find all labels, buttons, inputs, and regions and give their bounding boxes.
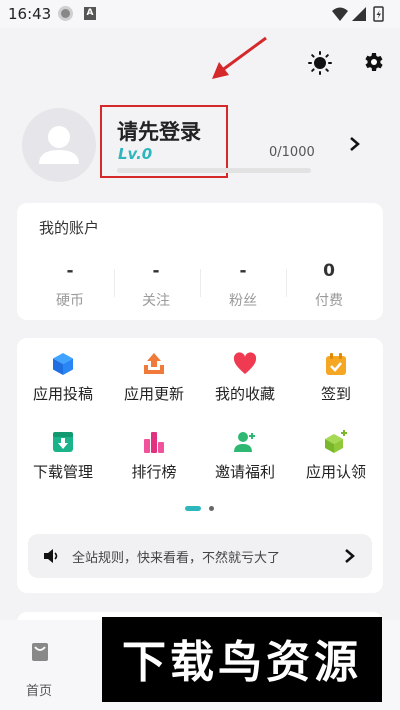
system-status-icons [332,6,384,22]
heart-icon [233,352,257,374]
add-user-icon [234,432,255,452]
feature-label: 排行榜 [131,463,177,481]
notice-text: 全站规则，快来看看，不然就亏大了 [72,551,281,566]
page-dot [209,506,214,511]
feature-label: 我的收藏 [214,385,275,403]
stat-value: - [66,261,74,281]
home-bag-icon [32,643,48,661]
annotation-arrow [212,36,267,79]
feature-label: 下载管理 [32,463,93,481]
rules-notice[interactable]: 全站规则，快来看看，不然就亏大了 [28,534,372,578]
profile-chevron-right-icon[interactable] [348,136,362,152]
bar-chart-icon [144,432,164,453]
watermark: 下载鸟资源 [102,617,382,702]
settings-gear-icon[interactable] [361,50,385,74]
feature-app-update[interactable]: 应用更新 [109,352,199,404]
theme-sun-icon[interactable] [308,51,332,75]
stat-value: 0 [323,261,335,281]
stat-label: 付费 [315,293,343,309]
feature-favorites[interactable]: 我的收藏 [200,352,290,404]
feature-label: 应用认领 [305,463,366,481]
feature-label: 应用更新 [123,385,184,403]
feature-label: 邀请福利 [214,463,275,481]
default-user-icon [39,126,79,164]
account-card: 我的账户 - 硬币 - 关注 - 粉丝 0 付费 [17,203,383,320]
feature-invite[interactable]: 邀请福利 [200,430,290,482]
upload-icon [144,353,164,374]
features-card: 应用投稿 应用更新 我的收藏 签到 下载管理 排行榜 邀请福利 应用认领 全站规… [17,338,383,593]
feature-app-claim[interactable]: 应用认领 [291,430,381,482]
download-box-icon [53,432,73,452]
nav-home[interactable]: 首页 [0,620,80,710]
feature-app-submit[interactable]: 应用投稿 [18,352,108,404]
feature-ranking[interactable]: 排行榜 [109,430,199,482]
watermark-logo: 下载鸟资源 [122,637,362,688]
nav-home-label: 首页 [26,684,53,699]
stat-label: 关注 [142,293,170,309]
speaker-icon [44,549,58,563]
feature-checkin[interactable]: 签到 [291,352,381,404]
status-bar: 16:43 A [0,0,400,28]
status-time: 16:43 [8,5,52,23]
notice-chevron-right-icon [345,549,355,563]
experience-progress-bar [117,168,311,173]
wifi-icon [332,7,348,21]
feature-label: 签到 [320,385,351,403]
stat-coins[interactable]: - 硬币 [25,261,115,310]
experience-text: 0/1000 [269,145,315,160]
page-indicator [185,506,225,512]
feature-label: 应用投稿 [32,385,93,403]
a-notification-icon: A [84,7,96,20]
signal-icon [352,7,366,21]
login-prompt[interactable]: 请先登录 [117,116,201,146]
stat-following[interactable]: - 关注 [111,261,201,310]
account-title: 我的账户 [39,219,100,237]
stat-value: - [239,261,247,281]
calendar-check-icon [326,353,346,375]
stat-paid[interactable]: 0 付费 [284,261,374,310]
feature-download-manager[interactable]: 下载管理 [18,430,108,482]
watermark-text: 下载鸟资源 [122,637,362,688]
cube-icon [53,353,73,375]
stat-value: - [152,261,160,281]
stat-label: 粉丝 [229,293,257,309]
avatar[interactable] [22,108,96,182]
level-badge: Lv.0 [118,145,153,163]
stat-label: 硬币 [56,293,84,309]
app-notification-icon [58,6,73,21]
cube-plus-icon [325,430,347,453]
stat-fans[interactable]: - 粉丝 [198,261,288,310]
page-dot-active [185,506,201,511]
